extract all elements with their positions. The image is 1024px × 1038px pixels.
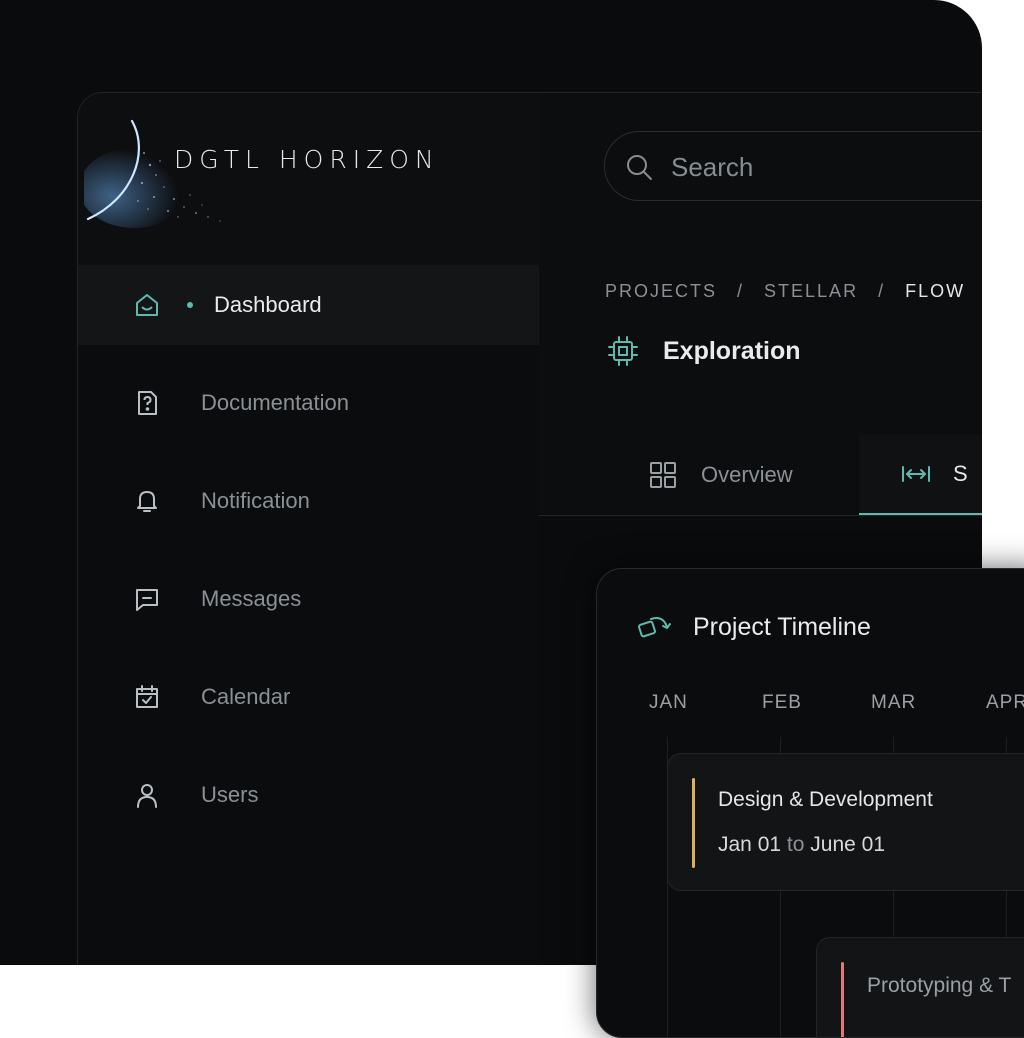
- task-color-bar: [692, 778, 695, 868]
- sidebar-item-dashboard[interactable]: Dashboard: [78, 265, 539, 345]
- active-indicator-dot: [187, 302, 193, 308]
- task-name: Design & Development: [718, 788, 933, 811]
- user-icon: [134, 782, 160, 808]
- month-label: MAR: [871, 692, 917, 713]
- brand-name: DGTL HORIZON: [174, 145, 440, 174]
- sidebar-item-users[interactable]: Users: [78, 755, 539, 835]
- calendar-icon: [134, 684, 160, 710]
- logo-area: DGTL HORIZON: [78, 93, 539, 265]
- task-end: June 01: [810, 833, 885, 856]
- sidebar-item-label: Dashboard: [214, 292, 322, 317]
- breadcrumb: PROJECTS / STELLAR / FLOW: [605, 281, 965, 302]
- task-card-prototyping[interactable]: Prototyping & T: [816, 937, 1024, 1037]
- help-document-icon: [134, 390, 160, 416]
- sidebar-item-documentation[interactable]: Documentation: [78, 363, 539, 443]
- expand-width-icon: [902, 466, 930, 482]
- home-icon: [134, 292, 160, 318]
- tab-overview[interactable]: Overview: [649, 435, 793, 515]
- search-icon: [627, 155, 652, 180]
- tab-label: Overview: [701, 462, 793, 487]
- breadcrumb-separator: /: [737, 281, 745, 301]
- message-icon: [134, 586, 160, 612]
- breadcrumb-flow: FLOW: [905, 281, 966, 301]
- breadcrumb-stellar[interactable]: STELLAR: [764, 281, 858, 301]
- timeline-title: Project Timeline: [693, 613, 871, 641]
- month-label: FEB: [762, 692, 802, 713]
- horizon-logo-icon: [84, 119, 221, 228]
- sidebar-item-label: Calendar: [201, 684, 291, 709]
- task-start: Jan 01: [718, 833, 782, 856]
- search-input[interactable]: [669, 148, 973, 186]
- bell-icon: [134, 488, 160, 514]
- breadcrumb-separator: /: [878, 281, 886, 301]
- sidebar-item-notification[interactable]: Notification: [78, 461, 539, 541]
- task-card-design[interactable]: Design & Development Jan 01 to June 01: [667, 753, 1024, 891]
- project-timeline-card: Project Timeline JAN FEB MAR APR Design …: [596, 568, 1024, 1038]
- tab-label: S: [953, 461, 968, 486]
- sidebar-item-label: Notification: [201, 488, 310, 513]
- task-dates: Jan 01 to June 01: [718, 833, 885, 857]
- sidebar-item-label: Users: [201, 782, 259, 807]
- sidebar-item-calendar[interactable]: Calendar: [78, 657, 539, 737]
- grid-icon: [650, 462, 676, 488]
- chip-icon: [608, 336, 638, 366]
- sidebar-item-label: Messages: [201, 586, 302, 611]
- page-title: Exploration: [663, 337, 801, 365]
- task-to: to: [786, 833, 805, 856]
- sidebar-item-label: Documentation: [201, 390, 349, 415]
- month-label: JAN: [649, 692, 688, 713]
- breadcrumb-projects[interactable]: PROJECTS: [605, 281, 717, 301]
- sidebar: DGTL HORIZON Dashboard Documentation Not…: [78, 93, 540, 965]
- sidebar-item-messages[interactable]: Messages: [78, 559, 539, 639]
- task-color-bar: [841, 962, 844, 1037]
- month-label: APR: [986, 692, 1024, 713]
- task-name: Prototyping & T: [867, 974, 1012, 997]
- page-header: PROJECTS/STELLAR/FLOW Exploration Ove: [539, 93, 982, 516]
- sync-icon: [638, 617, 671, 638]
- tab-active[interactable]: S: [859, 435, 982, 515]
- search-box[interactable]: [604, 131, 982, 201]
